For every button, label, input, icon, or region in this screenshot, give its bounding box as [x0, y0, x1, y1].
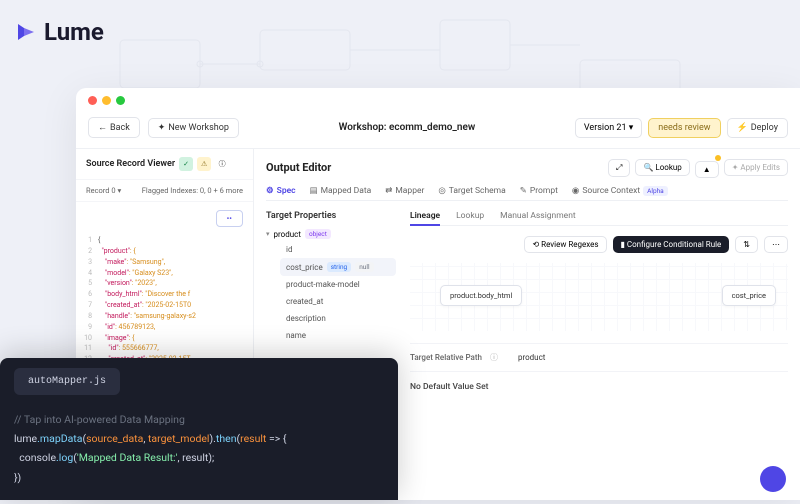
tree-item[interactable]: name [280, 327, 396, 344]
window-traffic-lights [76, 88, 800, 113]
expand-button[interactable]: ⤢ [608, 159, 630, 177]
code-line: 5 "version": "2023", [82, 278, 247, 289]
tree-item[interactable]: created_at [280, 293, 396, 310]
lookup-button[interactable]: 🔍 Lookup [635, 159, 689, 176]
close-dot[interactable] [88, 96, 97, 105]
logo-icon [14, 20, 38, 44]
source-viewer-title: Source Record Viewer [86, 159, 175, 169]
code-line: 3 "make": "Samsung", [82, 257, 247, 268]
code-content: // Tap into AI-powered Data Mapping lume… [0, 405, 398, 494]
path-value: product [518, 353, 545, 362]
tree-item[interactable]: product-make-model [280, 276, 396, 293]
tab-prompt[interactable]: ✎ Prompt [520, 186, 558, 196]
tab-lookup[interactable]: Lookup [456, 211, 484, 221]
notification-dot [715, 155, 721, 161]
code-line: 8 "handle": "samsung-galaxy-s2 [82, 311, 247, 322]
needs-review-badge[interactable]: needs review [648, 118, 720, 138]
more-button[interactable]: ⋯ [764, 236, 788, 253]
lineage-source-node[interactable]: product.body_html [440, 285, 522, 306]
code-line: 7 "created_at": "2025-02-15T0 [82, 300, 247, 311]
brand-name: Lume [44, 18, 104, 46]
editor-tabs: ⚙ Spec ▤ Mapped Data ⇄ Mapper ◎ Target S… [266, 186, 788, 201]
tree-item[interactable]: id [280, 241, 396, 258]
tree-item[interactable]: description [280, 310, 396, 327]
info-icon: ⓘ [490, 352, 498, 363]
type-badge-object: object [305, 229, 331, 239]
no-default-value: No Default Value Set [410, 371, 788, 402]
code-line: 10 "image": { [82, 333, 247, 344]
minimize-dot[interactable] [102, 96, 111, 105]
maximize-dot[interactable] [116, 96, 125, 105]
back-label: Back [110, 123, 130, 133]
lineage-target-node[interactable]: cost_price [722, 285, 776, 306]
notification-button[interactable]: ▲ [695, 157, 719, 178]
tab-target-schema[interactable]: ◎ Target Schema [438, 186, 505, 196]
tab-spec[interactable]: ⚙ Spec [266, 186, 296, 196]
tab-manual-assignment[interactable]: Manual Assignment [500, 211, 576, 221]
back-button[interactable]: ← Back [88, 117, 140, 138]
code-line: 11 "id": 555666777, [82, 343, 247, 354]
tree-root[interactable]: ▾ product object [266, 227, 396, 241]
lineage-panel: Lineage Lookup Manual Assignment ⟲ Revie… [410, 211, 788, 492]
brand-logo: Lume [14, 18, 104, 46]
target-relative-path-row: Target Relative Path ⓘ product [410, 343, 788, 371]
move-up-button[interactable]: ⇅ [735, 236, 758, 253]
tab-lineage[interactable]: Lineage [410, 211, 440, 221]
code-line: 9 "id": 456789123, [82, 322, 247, 333]
review-regexes-button[interactable]: ⟲ Review Regexes [524, 236, 606, 253]
flagged-indexes: Flagged Indexes: 0, 0 + 6 more [142, 186, 243, 195]
record-selector[interactable]: Record 0 ▾ Flagged Indexes: 0, 0 + 6 mor… [76, 180, 253, 202]
lineage-canvas[interactable]: product.body_html cost_price [410, 263, 788, 331]
help-bubble[interactable] [760, 466, 786, 492]
tab-source-context[interactable]: ◉ Source Context Alpha [572, 186, 668, 196]
code-filename-tab[interactable]: autoMapper.js [14, 368, 120, 395]
check-badge: ✓ [179, 157, 193, 171]
code-line: 6 "body_html": "Discover the f [82, 289, 247, 300]
apply-edits-button[interactable]: ✦ Apply Edits [724, 159, 788, 176]
alpha-badge: Alpha [643, 186, 668, 196]
output-editor-title: Output Editor [266, 161, 331, 174]
new-workshop-button[interactable]: ✦ New Workshop [148, 118, 239, 138]
collapse-tag[interactable]: •• [216, 210, 243, 227]
configure-conditional-rule-button[interactable]: ▮ Configure Conditional Rule [613, 236, 730, 253]
code-snippet-overlay: autoMapper.js // Tap into AI-powered Dat… [0, 358, 398, 500]
tab-mapped-data[interactable]: ▤ Mapped Data [310, 186, 372, 196]
workshop-title: Workshop: ecomm_demo_new [247, 122, 567, 133]
target-properties-title: Target Properties [266, 211, 396, 221]
chevron-down-icon: ▾ [266, 230, 270, 238]
info-badge: ⓘ [215, 157, 229, 171]
code-line: 1{ [82, 235, 247, 246]
tree-item[interactable]: cost_price string null [280, 258, 396, 276]
code-line: 4 "model": "Galaxy S23", [82, 268, 247, 279]
new-workshop-label: New Workshop [168, 123, 229, 133]
code-line: 2 "product": { [82, 246, 247, 257]
deploy-button[interactable]: ⚡ Deploy [727, 118, 788, 138]
toolbar: ← Back ✦ New Workshop Workshop: ecomm_de… [76, 113, 800, 148]
warn-badge: ⚠ [197, 157, 211, 171]
tab-mapper[interactable]: ⇄ Mapper [385, 186, 424, 196]
version-selector[interactable]: Version 21 ▾ [575, 118, 642, 138]
